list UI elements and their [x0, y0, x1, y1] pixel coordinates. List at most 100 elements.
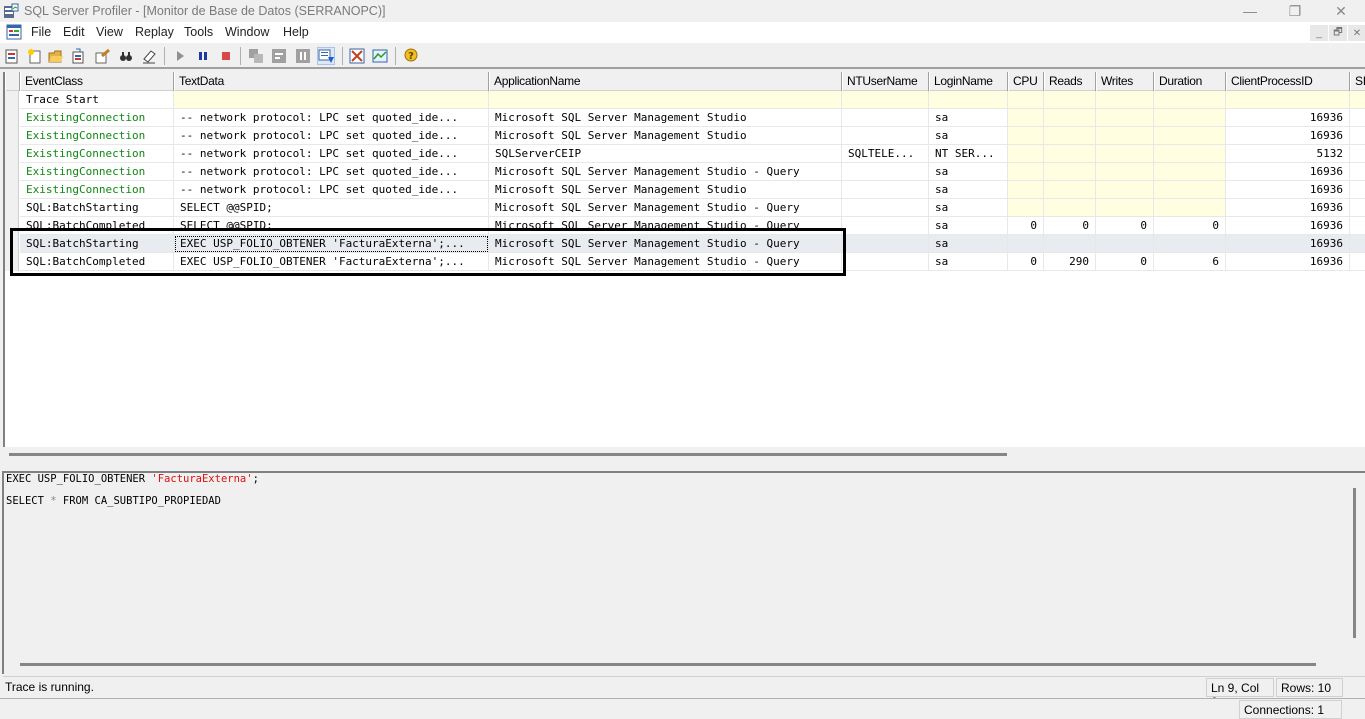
cell-duration[interactable] [1154, 199, 1226, 217]
table-row[interactable]: Trace Start [5, 91, 1365, 109]
cell-eventclass[interactable]: SQL:BatchCompleted [20, 253, 174, 271]
cell-writes[interactable] [1096, 145, 1154, 163]
row-selector[interactable] [5, 163, 19, 181]
cell-eventclass[interactable]: ExistingConnection [20, 145, 174, 163]
new-trace-button[interactable] [3, 47, 21, 65]
cell-textdata[interactable]: -- network protocol: LPC set quoted_ide.… [174, 181, 489, 199]
table-row[interactable]: ExistingConnection -- network protocol: L… [5, 181, 1365, 199]
cell-eventclass[interactable]: SQL:BatchStarting [20, 235, 174, 253]
replay-pause-button[interactable] [294, 47, 312, 65]
cell-reads[interactable]: 290 [1044, 253, 1096, 271]
auto-scroll-button[interactable] [317, 47, 335, 65]
cell-applicationname[interactable] [489, 91, 842, 109]
cell-ntusername[interactable] [842, 253, 929, 271]
cell-duration[interactable] [1154, 127, 1226, 145]
cell-eventclass[interactable]: ExistingConnection [20, 109, 174, 127]
grid-horizontal-scroll-thumb[interactable] [9, 453, 1007, 456]
cell-cpu[interactable] [1008, 199, 1044, 217]
perfmon-button[interactable] [371, 47, 389, 65]
cell-cpu[interactable] [1008, 127, 1044, 145]
cell-loginname[interactable]: sa [929, 181, 1008, 199]
stop-trace-button[interactable] [217, 47, 235, 65]
cell-duration[interactable] [1154, 181, 1226, 199]
column-header-writes[interactable]: Writes [1096, 72, 1154, 91]
cell-applicationname[interactable]: Microsoft SQL Server Management Studio [489, 127, 842, 145]
table-row[interactable]: SQL:BatchStarting EXEC USP_FOLIO_OBTENER … [5, 235, 1365, 253]
cell-applicationname[interactable]: Microsoft SQL Server Management Studio [489, 181, 842, 199]
cell-spid[interactable] [1350, 235, 1365, 253]
column-header-duration[interactable]: Duration [1154, 72, 1226, 91]
cell-spid[interactable] [1350, 127, 1365, 145]
cell-ntusername[interactable] [842, 199, 929, 217]
row-selector[interactable] [5, 181, 19, 199]
clear-trace-button[interactable] [140, 47, 158, 65]
cell-clientprocessid[interactable]: 16936 [1226, 127, 1350, 145]
cell-writes[interactable] [1096, 235, 1154, 253]
cell-textdata[interactable]: EXEC USP_FOLIO_OBTENER 'FacturaExterna';… [174, 235, 489, 253]
cell-clientprocessid[interactable]: 16936 [1226, 163, 1350, 181]
cell-spid[interactable] [1350, 91, 1365, 109]
cell-cpu[interactable]: 0 [1008, 217, 1044, 235]
pause-trace-button[interactable] [194, 47, 212, 65]
cell-cpu[interactable] [1008, 91, 1044, 109]
cell-textdata[interactable]: -- network protocol: LPC set quoted_ide.… [174, 127, 489, 145]
row-selector[interactable] [5, 253, 19, 271]
table-row[interactable]: ExistingConnection -- network protocol: L… [5, 127, 1365, 145]
restore-button[interactable]: ❐ [1272, 0, 1318, 22]
grid-horizontal-scrollbar[interactable] [3, 447, 1365, 463]
cell-textdata[interactable]: SELECT @@SPID; [174, 199, 489, 217]
cell-writes[interactable] [1096, 127, 1154, 145]
column-header-ntusername[interactable]: NTUserName [842, 72, 929, 91]
cell-writes[interactable] [1096, 181, 1154, 199]
table-row[interactable]: ExistingConnection -- network protocol: L… [5, 163, 1365, 181]
cell-applicationname[interactable]: Microsoft SQL Server Management Studio -… [489, 253, 842, 271]
cell-clientprocessid[interactable]: 5132 [1226, 145, 1350, 163]
row-selector[interactable] [5, 109, 19, 127]
cell-reads[interactable] [1044, 181, 1096, 199]
cell-cpu[interactable] [1008, 181, 1044, 199]
cell-duration[interactable] [1154, 109, 1226, 127]
close-button[interactable]: ✕ [1318, 0, 1364, 22]
cell-clientprocessid[interactable]: 16936 [1226, 109, 1350, 127]
detail-vertical-scrollbar[interactable] [1353, 488, 1356, 638]
cell-writes[interactable]: 0 [1096, 253, 1154, 271]
menu-view[interactable]: View [96, 25, 123, 39]
cell-ntusername[interactable]: SQLTELE... [842, 145, 929, 163]
trace-window-icon[interactable] [6, 24, 22, 40]
tuning-advisor-button[interactable] [348, 47, 366, 65]
cell-eventclass[interactable]: SQL:BatchStarting [20, 199, 174, 217]
cell-duration[interactable] [1154, 235, 1226, 253]
cell-reads[interactable]: 0 [1044, 217, 1096, 235]
menu-tools[interactable]: Tools [184, 25, 213, 39]
menu-replay[interactable]: Replay [135, 25, 174, 39]
cell-reads[interactable] [1044, 145, 1096, 163]
cell-loginname[interactable] [929, 91, 1008, 109]
cell-duration[interactable]: 6 [1154, 253, 1226, 271]
row-selector[interactable] [5, 235, 19, 253]
cell-reads[interactable] [1044, 109, 1096, 127]
cell-writes[interactable] [1096, 91, 1154, 109]
cell-spid[interactable] [1350, 181, 1365, 199]
cell-ntusername[interactable] [842, 91, 929, 109]
cell-writes[interactable]: 0 [1096, 217, 1154, 235]
cell-applicationname[interactable]: Microsoft SQL Server Management Studio [489, 109, 842, 127]
mdi-minimize-button[interactable]: _ [1310, 25, 1328, 41]
mdi-restore-button[interactable]: 🗗 [1329, 25, 1347, 41]
cell-clientprocessid[interactable]: 16936 [1226, 235, 1350, 253]
cell-applicationname[interactable]: Microsoft SQL Server Management Studio -… [489, 199, 842, 217]
table-row[interactable]: SQL:BatchCompleted SELECT @@SPID; Microsof… [5, 217, 1365, 235]
cell-cpu[interactable] [1008, 163, 1044, 181]
cell-ntusername[interactable] [842, 217, 929, 235]
cell-ntusername[interactable] [842, 163, 929, 181]
cell-clientprocessid[interactable] [1226, 91, 1350, 109]
cell-textdata[interactable]: -- network protocol: LPC set quoted_ide.… [174, 163, 489, 181]
minimize-button[interactable]: — [1227, 0, 1273, 22]
menu-file[interactable]: File [31, 25, 51, 39]
cell-duration[interactable]: 0 [1154, 217, 1226, 235]
run-trace-button[interactable] [171, 47, 189, 65]
detail-horizontal-scrollbar[interactable] [20, 663, 1316, 666]
menu-edit[interactable]: Edit [63, 25, 85, 39]
cell-spid[interactable] [1350, 199, 1365, 217]
cell-spid[interactable] [1350, 217, 1365, 235]
find-button[interactable] [117, 47, 135, 65]
